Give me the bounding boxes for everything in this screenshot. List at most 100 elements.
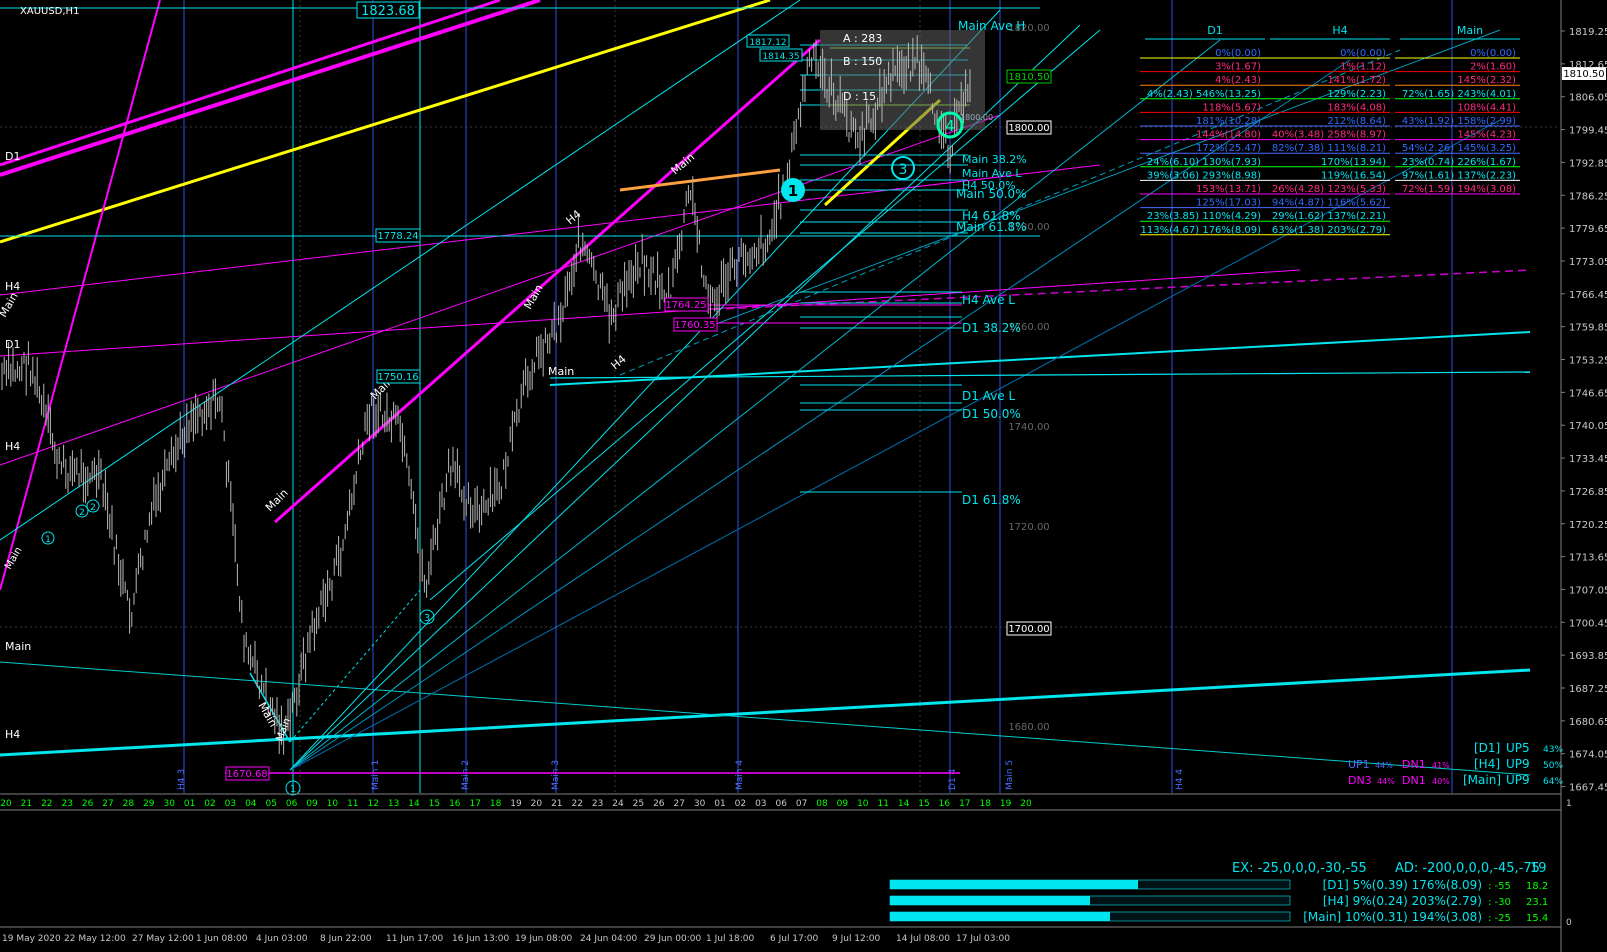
grey-tag-1720: 1720.00 [1008, 522, 1049, 533]
date-tick: 30 [163, 799, 175, 809]
price-tag-1670: 1670.68 [226, 769, 267, 780]
stats-cell: 29%(1.62) 137%(2.21) [1272, 211, 1386, 222]
date-label: 24 Jun 04:00 [580, 934, 637, 944]
date-tick: 11 [877, 799, 888, 809]
stats-cell: 26%(4.28) 123%(5.33) [1272, 184, 1386, 195]
date-tick: 22 [41, 799, 52, 809]
date-tick: 23 [592, 799, 603, 809]
main-date-axis: 19 May 2020 22 May 12:00 27 May 12:00 1 Jun… [2, 934, 1010, 944]
status-d1-up: UP5 [1506, 741, 1530, 755]
xauusd-h1-chart[interactable]: H4 3 Main 1 Main 2 Main 3 Main 4 D1 4 Main 5 H4… [0, 0, 1607, 952]
stats-cell: 40%(3.48) 258%(8.97) [1272, 130, 1386, 141]
price-tag-1823: 1823.68 [361, 4, 415, 19]
date-tick: 12 [367, 799, 378, 809]
stats-cell: 145%(2.32) [1457, 75, 1516, 86]
date-tick: 21 [551, 799, 562, 809]
status-main-label: [Main] [1463, 773, 1501, 787]
price-tick-label: 1766.45 [1569, 290, 1607, 301]
date-label: 19 May 2020 [2, 934, 61, 944]
date-tick: 22 [571, 799, 582, 809]
price-tick-label: 1812.65 [1569, 60, 1607, 71]
stats-cell: 24%(6.10) 130%(7.93) [1147, 157, 1261, 168]
period-line-label: H4 3 [177, 769, 187, 790]
price-tick-label: 1799.45 [1569, 126, 1607, 137]
price-tick-label: 1806.05 [1569, 93, 1607, 104]
stats-cell: 39%(3.06) 293%(8.98) [1147, 170, 1261, 181]
wave-number-4-big: 4 [945, 117, 955, 135]
date-label: 4 Jun 03:00 [256, 934, 308, 944]
right-tag-1700: 1700.00 [1008, 624, 1049, 635]
date-label: 1 Jul 18:00 [706, 934, 755, 944]
date-tick: 14 [898, 799, 910, 809]
stats-cell: 153%(13.71) [1196, 184, 1261, 195]
status-dn3: DN3 [1348, 774, 1372, 787]
wave-label-h4-2: H4 [5, 280, 20, 293]
stats-cell: 97%(1.61) 137%(2.23) [1402, 170, 1516, 181]
stats-cell: 72%(1.65) 243%(4.01) [1402, 89, 1516, 100]
stats-header: D1 [1207, 24, 1222, 37]
date-tick: 18 [490, 799, 502, 809]
fib-d1-ave-l: D1 Ave L [962, 389, 1015, 403]
date-label: 9 Jul 12:00 [832, 934, 881, 944]
date-tick: 20 [1020, 799, 1032, 809]
stats-cell: 3%(1.67) [1215, 62, 1261, 73]
right-tag-1810: 1810.50 [1008, 72, 1049, 83]
wave-label-main-8: Main [548, 365, 574, 378]
status-dn1b: DN1 [1402, 774, 1426, 787]
price-tick-label: 1740.05 [1569, 421, 1607, 432]
stats-cell: 118%(5.67) [1202, 102, 1261, 113]
indicator-row-label: [D1] 5%(0.39) 176%(8.09) [1323, 878, 1482, 892]
date-tick: 10 [327, 799, 339, 809]
wave-label-h4-1: H4 [5, 728, 20, 741]
price-tag-1817b: 1814.35 [762, 52, 799, 62]
date-tick: 15 [429, 799, 440, 809]
stats-cell: 1%(1.12) [1340, 62, 1386, 73]
date-label: 16 Jun 13:00 [452, 934, 509, 944]
stats-cell: 72%(1.59) 194%(3.08) [1402, 184, 1516, 195]
date-tick: 18 [979, 799, 991, 809]
fib-d1-500: D1 50.0% [962, 407, 1021, 421]
fib-main-ave-h: Main Ave H [958, 19, 1025, 33]
date-tick: 26 [653, 799, 665, 809]
stats-cell: 183%(4.08) [1327, 102, 1386, 113]
stats-cell: 23%(3.85) 110%(4.29) [1147, 211, 1261, 222]
price-tick-label: 1674.05 [1569, 750, 1607, 761]
stats-cell: 119%(16.54) [1321, 170, 1386, 181]
price-tag-1778: 1778.24 [377, 231, 418, 242]
stats-cell: 0%(0.00) [1215, 48, 1261, 59]
date-tick: 21 [21, 799, 32, 809]
date-tick: 02 [735, 799, 746, 809]
price-tick-label: 1819.25 [1569, 27, 1607, 38]
date-tick: 17 [469, 799, 480, 809]
status-up1-pct: 44% [1375, 761, 1393, 770]
date-tick: 01 [184, 799, 195, 809]
stats-cell: 0%(0.00) [1340, 48, 1386, 59]
price-tick-label: 1733.45 [1569, 454, 1607, 465]
date-tick: 27 [673, 799, 684, 809]
stats-cell: 145%(4.23) [1457, 130, 1516, 141]
indicator-row-label: [Main] 10%(0.31) 194%(3.08) [1303, 910, 1482, 924]
wave-number-3-big: 3 [899, 162, 908, 178]
symbol-title: XAUUSD,H1 [20, 6, 79, 17]
date-tick: 01 [714, 799, 725, 809]
stats-cell: 82%(7.38) 111%(8.21) [1272, 143, 1386, 154]
abcd-d-label: D : 15 [843, 90, 876, 103]
date-tick: 24 [612, 799, 624, 809]
date-tick: 05 [265, 799, 276, 809]
period-line-label: Main 1 [371, 760, 381, 790]
wave-number-2b: 2 [90, 503, 96, 513]
indicator-bar-fill [890, 912, 1110, 921]
indicator-bar-fill [890, 896, 1090, 905]
price-tick-label: 1759.85 [1569, 323, 1607, 334]
indicator-num: 19 [1530, 861, 1547, 876]
status-h4-up: UP9 [1506, 757, 1530, 771]
period-line-label: D1 4 [948, 768, 958, 790]
stats-cell: 125%(17.03) [1196, 198, 1261, 209]
date-tick: 20 [0, 799, 12, 809]
grey-tag-1740: 1740.00 [1008, 422, 1049, 433]
date-tick: 20 [531, 799, 543, 809]
indicator-row-v2: 15.4 [1526, 913, 1548, 924]
wave-number-3: 3 [424, 613, 430, 624]
price-tick-label: 1786.25 [1569, 191, 1607, 202]
date-tick: 26 [82, 799, 94, 809]
